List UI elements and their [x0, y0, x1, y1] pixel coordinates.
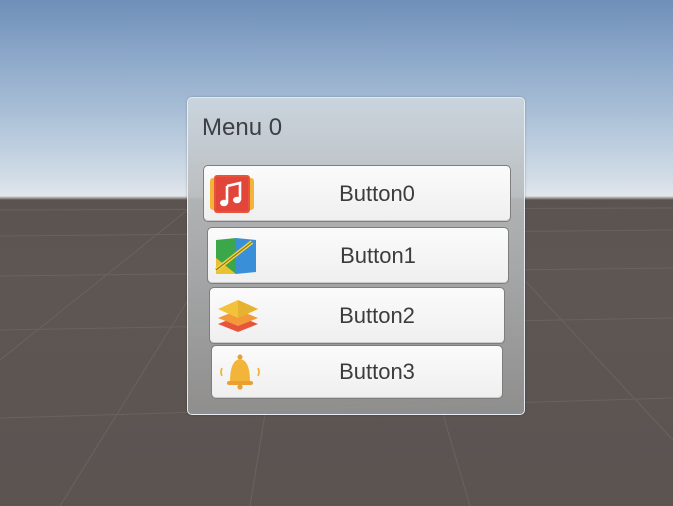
- button-0-label: Button0: [339, 180, 415, 206]
- button-0[interactable]: Button0: [203, 165, 511, 222]
- menu-panel: Menu 0 Button0 Button1 Button2 Button3: [187, 97, 525, 415]
- button-2-label: Button2: [339, 302, 415, 328]
- button-3[interactable]: Button3: [211, 345, 503, 399]
- button-3-label: Button3: [339, 359, 415, 384]
- button-1-label: Button1: [340, 242, 416, 268]
- button-2[interactable]: Button2: [209, 287, 505, 344]
- button-1[interactable]: Button1: [207, 227, 509, 284]
- menu-title: Menu 0: [202, 114, 283, 141]
